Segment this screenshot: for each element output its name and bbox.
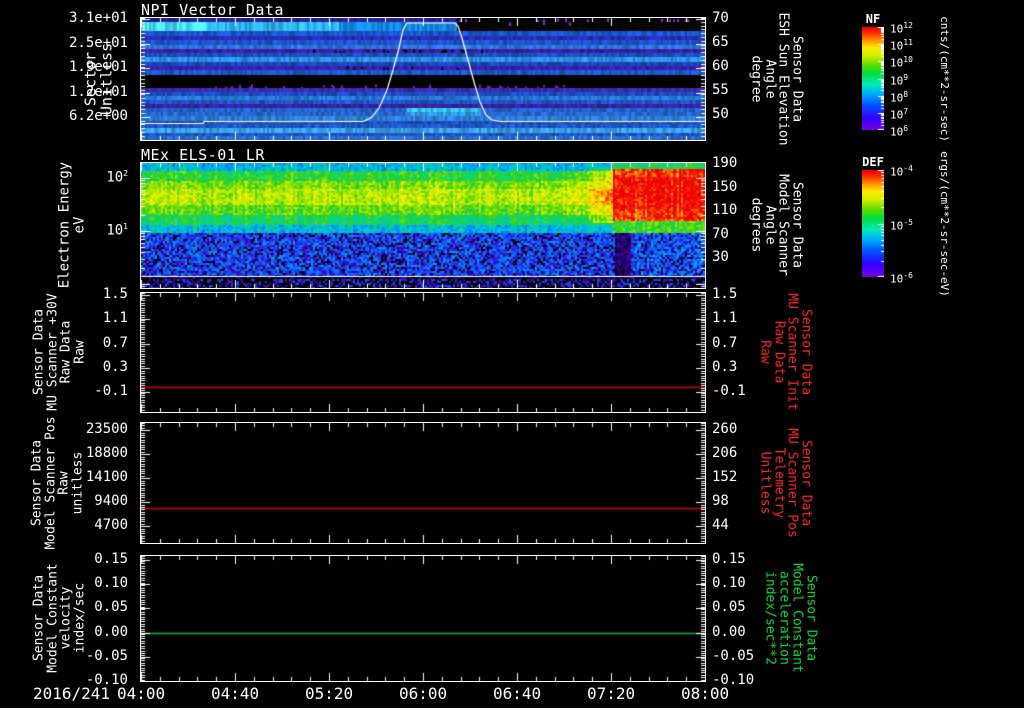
y-tick-label-left: -0.10 <box>85 672 128 688</box>
colorbar-tick-label: 1010 <box>890 55 913 70</box>
x-tick-label: 06:40 <box>493 684 542 703</box>
panel-canvas-1 <box>141 18 705 140</box>
y-tick-label-left: 0.3 <box>102 358 128 375</box>
y-tick-label-right: -0.05 <box>712 647 755 664</box>
colorbar-tick-label: 1011 <box>890 38 913 53</box>
x-tick-label: 04:00 <box>117 684 166 703</box>
colorbar-tick-label: 10-5 <box>890 217 913 233</box>
y-tick-label-left: 14100 <box>85 468 128 485</box>
y-tick-label-left: 4700 <box>94 516 128 533</box>
y-tick-label-right: -0.1 <box>712 383 746 400</box>
y-tick-label-right: 150 <box>712 178 738 195</box>
y-tick-label-right: 30 <box>712 249 729 265</box>
plot-panel-3 <box>140 292 706 413</box>
colorbar-name: NF <box>865 12 881 26</box>
x-tick-label: 05:20 <box>305 684 354 703</box>
y-tick-label-left: 3.1e+01 <box>68 10 128 27</box>
plot-panel-2 <box>140 162 706 289</box>
colorbar-units: cnts/(cm**2-sr-sec) <box>937 15 951 142</box>
y-axis-label-right-2: Sensor Data Model Scanner Angle degrees <box>748 174 805 276</box>
y-tick-label-left: 1.5 <box>102 286 128 303</box>
y-tick-label-right: 65 <box>712 34 729 51</box>
y-tick-label-left: 1.2e+01 <box>68 83 128 100</box>
colorbar-units: ergs/(cm**2-sr-sec-eV) <box>937 150 951 297</box>
y-tick-label-left: -0.05 <box>85 647 128 664</box>
y-tick-label-right: 98 <box>712 492 729 509</box>
y-tick-label-left: 2.5e+01 <box>68 34 128 51</box>
y-tick-label-left: 0.15 <box>94 550 128 567</box>
colorbar-tick-label: 107 <box>890 106 909 122</box>
colorbar-tick-label: 106 <box>890 124 909 139</box>
plot-panel-1 <box>140 17 706 141</box>
y-tick-label-right: 70 <box>712 10 729 27</box>
x-tick-label: 08:00 <box>681 684 730 703</box>
y-tick-label-right: 0.00 <box>712 623 746 640</box>
y-tick-label-right: 55 <box>712 82 729 99</box>
colorbar-name: DEF <box>862 155 884 169</box>
y-tick-label-right: 260 <box>712 420 738 437</box>
colorbar-tick-label: 10-4 <box>890 164 913 179</box>
x-tick-label: 07:20 <box>587 684 636 703</box>
y-tick-label-right: 0.10 <box>712 575 746 591</box>
y-tick-label-left: 101 <box>106 222 128 239</box>
panel-canvas-5 <box>141 556 705 681</box>
y-axis-label-right-1: Sensor Data ESH Sun Elevation Angle degr… <box>748 12 805 146</box>
y-tick-label-left: 23500 <box>85 420 128 437</box>
y-tick-label-left: 18800 <box>85 444 128 461</box>
y-axis-label-left-1: Sector Unitless <box>81 42 115 116</box>
y-tick-label-left: 1.1 <box>102 310 128 327</box>
y-axis-label-right-5: Sensor Data Model Constant acceleration … <box>762 563 819 673</box>
y-tick-label-right: 152 <box>712 468 738 485</box>
y-tick-label-left: -0.1 <box>94 383 128 400</box>
y-tick-label-right: 0.3 <box>712 358 738 375</box>
y-tick-label-right: 206 <box>712 444 738 461</box>
y-tick-label-right: 0.15 <box>712 550 746 567</box>
telemetry-figure: 2016/241 NPI Vector Data Sector Unitless S… <box>0 0 1024 708</box>
colorbar-tick-label: 1012 <box>890 21 913 36</box>
y-tick-label-left: 0.10 <box>94 575 128 591</box>
y-axis-label-right-3: Sensor Data MU Scanner Init Raw Data Raw <box>757 293 814 411</box>
y-tick-label-left: 0.7 <box>102 334 128 351</box>
y-tick-label-right: 44 <box>712 516 729 533</box>
y-tick-label-left: 0.00 <box>94 623 128 640</box>
y-tick-label-left: 6.2e+00 <box>68 108 128 125</box>
colorbar-tick-label: 109 <box>890 72 909 88</box>
panel-title-1: NPI Vector Data <box>141 1 284 19</box>
x-tick-label: 04:40 <box>211 684 260 703</box>
plot-panel-5 <box>140 555 706 682</box>
y-tick-label-right: 190 <box>712 155 738 171</box>
colorbar-tick-label: 108 <box>890 89 909 105</box>
panel-title-2: MEx ELS-01 LR <box>141 146 265 164</box>
y-tick-label-left: 1.9e+01 <box>68 59 128 76</box>
x-tick-label: 06:00 <box>399 684 448 703</box>
y-tick-label-left: 102 <box>106 169 128 186</box>
y-tick-label-right: 70 <box>712 225 729 242</box>
y-tick-label-right: 0.7 <box>712 334 738 351</box>
y-tick-label-right: 50 <box>712 106 729 123</box>
y-tick-label-right: 1.1 <box>712 310 738 327</box>
y-tick-label-left: 0.05 <box>94 599 128 616</box>
panel-canvas-4 <box>141 423 705 543</box>
colorbar-DEF <box>862 170 884 277</box>
y-tick-label-right: 60 <box>712 58 729 75</box>
panel-canvas-3 <box>141 293 705 412</box>
y-tick-label-right: 110 <box>712 202 738 218</box>
y-tick-label-right: 1.5 <box>712 286 738 303</box>
y-tick-label-right: 0.05 <box>712 599 746 616</box>
y-tick-label-left: 9400 <box>94 492 128 509</box>
y-axis-label-right-4: Sensor Data MU Scanner Pos Telemetry Uni… <box>757 428 814 538</box>
plot-panel-4 <box>140 422 706 544</box>
colorbar-tick-label: 10-6 <box>890 271 913 286</box>
panel-canvas-2 <box>141 163 705 288</box>
colorbar-NF <box>862 27 884 130</box>
